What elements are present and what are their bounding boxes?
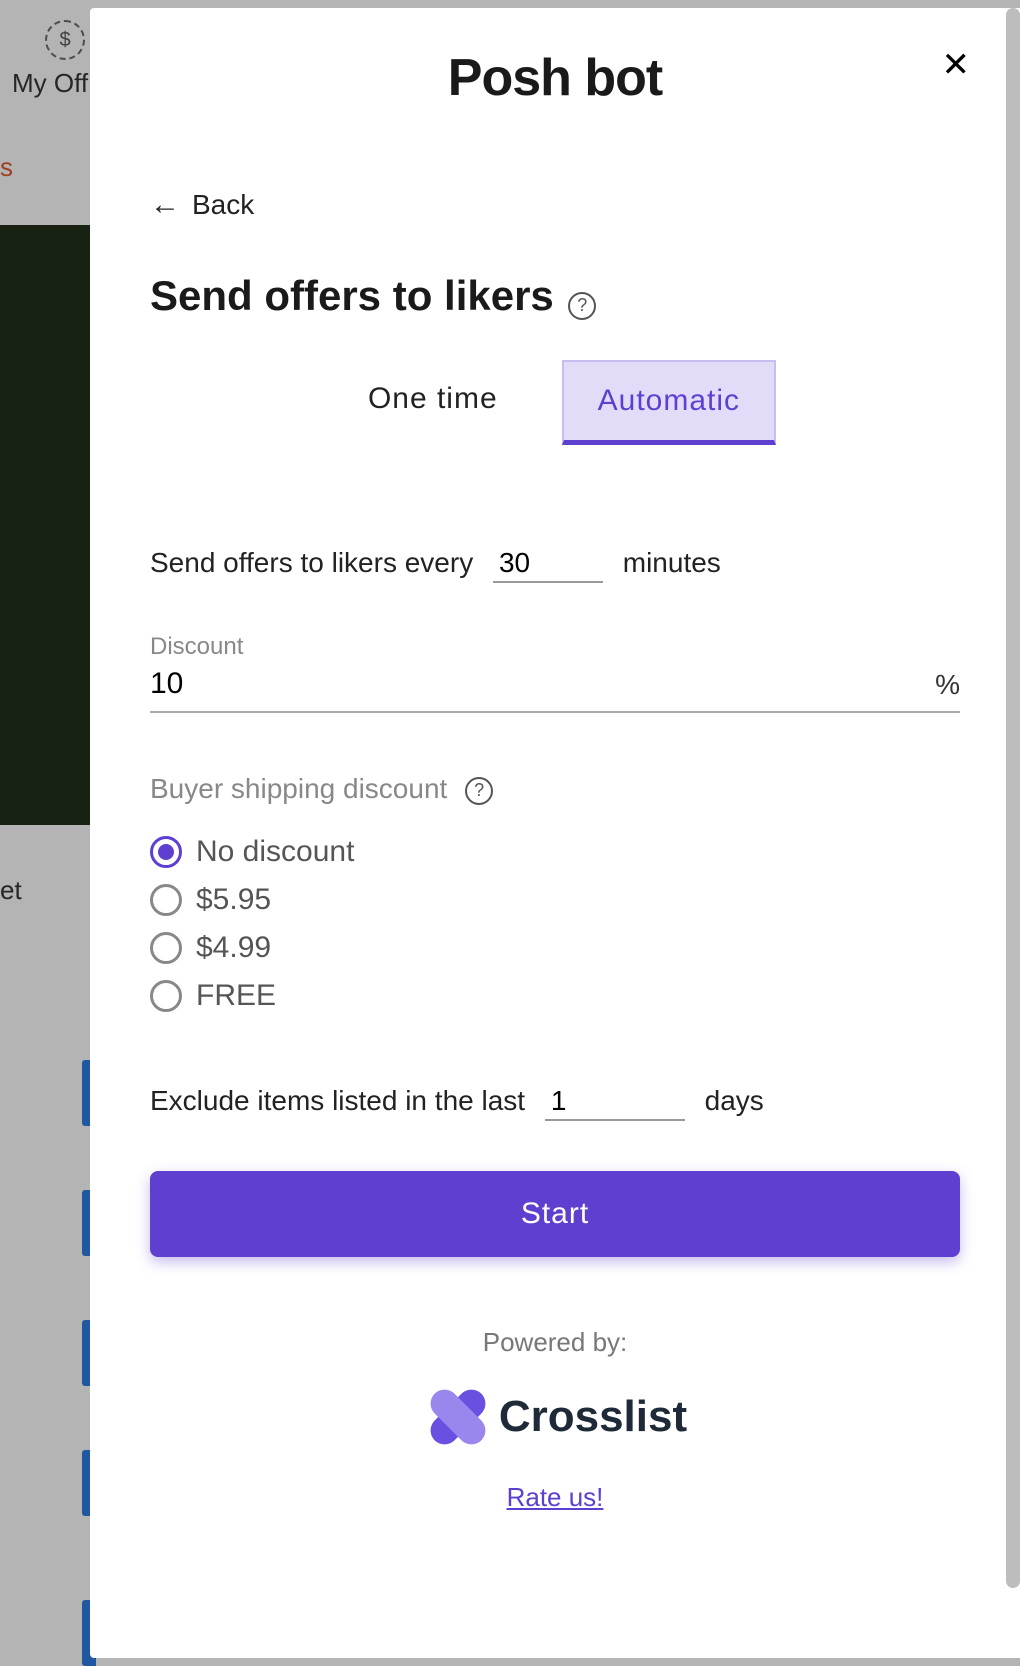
interval-suffix: minutes: [623, 547, 721, 578]
brand-row: Crosslist: [150, 1382, 960, 1452]
discount-label: Discount: [150, 633, 960, 661]
mode-tabs: One time Automatic: [150, 360, 960, 445]
exclude-days-input[interactable]: [545, 1083, 685, 1121]
help-icon[interactable]: ?: [465, 777, 493, 805]
radio-free[interactable]: FREE: [150, 979, 960, 1013]
rate-us-link[interactable]: Rate us!: [150, 1482, 960, 1513]
back-button[interactable]: ← Back: [150, 188, 960, 222]
posh-bot-panel: ✕ Posh bot ← Back Send offers to likers …: [90, 8, 1020, 1658]
shipping-options: No discount $5.95 $4.99 FREE: [150, 835, 960, 1013]
radio-icon: [150, 884, 182, 916]
radio-4-99[interactable]: $4.99: [150, 931, 960, 965]
discount-unit: %: [935, 669, 960, 701]
section-title: Send offers to likers: [150, 272, 554, 320]
tab-automatic[interactable]: Automatic: [562, 360, 776, 445]
arrow-left-icon: ←: [150, 188, 180, 222]
radio-label: $5.95: [196, 883, 271, 917]
radio-5-95[interactable]: $5.95: [150, 883, 960, 917]
panel-title: Posh bot: [150, 48, 960, 108]
panel-scrollbar[interactable]: [1006, 8, 1020, 1588]
radio-icon: [150, 932, 182, 964]
start-button[interactable]: Start: [150, 1171, 960, 1257]
crosslist-logo-icon: [423, 1382, 493, 1452]
powered-by-label: Powered by:: [150, 1327, 960, 1358]
brand-name: Crosslist: [499, 1392, 687, 1442]
tab-one-time[interactable]: One time: [334, 360, 532, 445]
radio-icon: [150, 836, 182, 868]
help-icon[interactable]: ?: [568, 292, 596, 320]
close-button[interactable]: ✕: [942, 48, 971, 82]
radio-label: No discount: [196, 835, 354, 869]
interval-input[interactable]: [493, 545, 603, 583]
radio-icon: [150, 980, 182, 1012]
exclude-row: Exclude items listed in the last days: [150, 1083, 960, 1121]
radio-label: FREE: [196, 979, 276, 1013]
radio-label: $4.99: [196, 931, 271, 965]
interval-row: Send offers to likers every minutes: [150, 545, 960, 583]
exclude-prefix: Exclude items listed in the last: [150, 1085, 525, 1116]
discount-input[interactable]: [150, 667, 935, 701]
back-label: Back: [192, 189, 254, 221]
interval-prefix: Send offers to likers every: [150, 547, 473, 578]
exclude-suffix: days: [705, 1085, 764, 1116]
radio-no-discount[interactable]: No discount: [150, 835, 960, 869]
shipping-discount-label: Buyer shipping discount: [150, 773, 447, 804]
